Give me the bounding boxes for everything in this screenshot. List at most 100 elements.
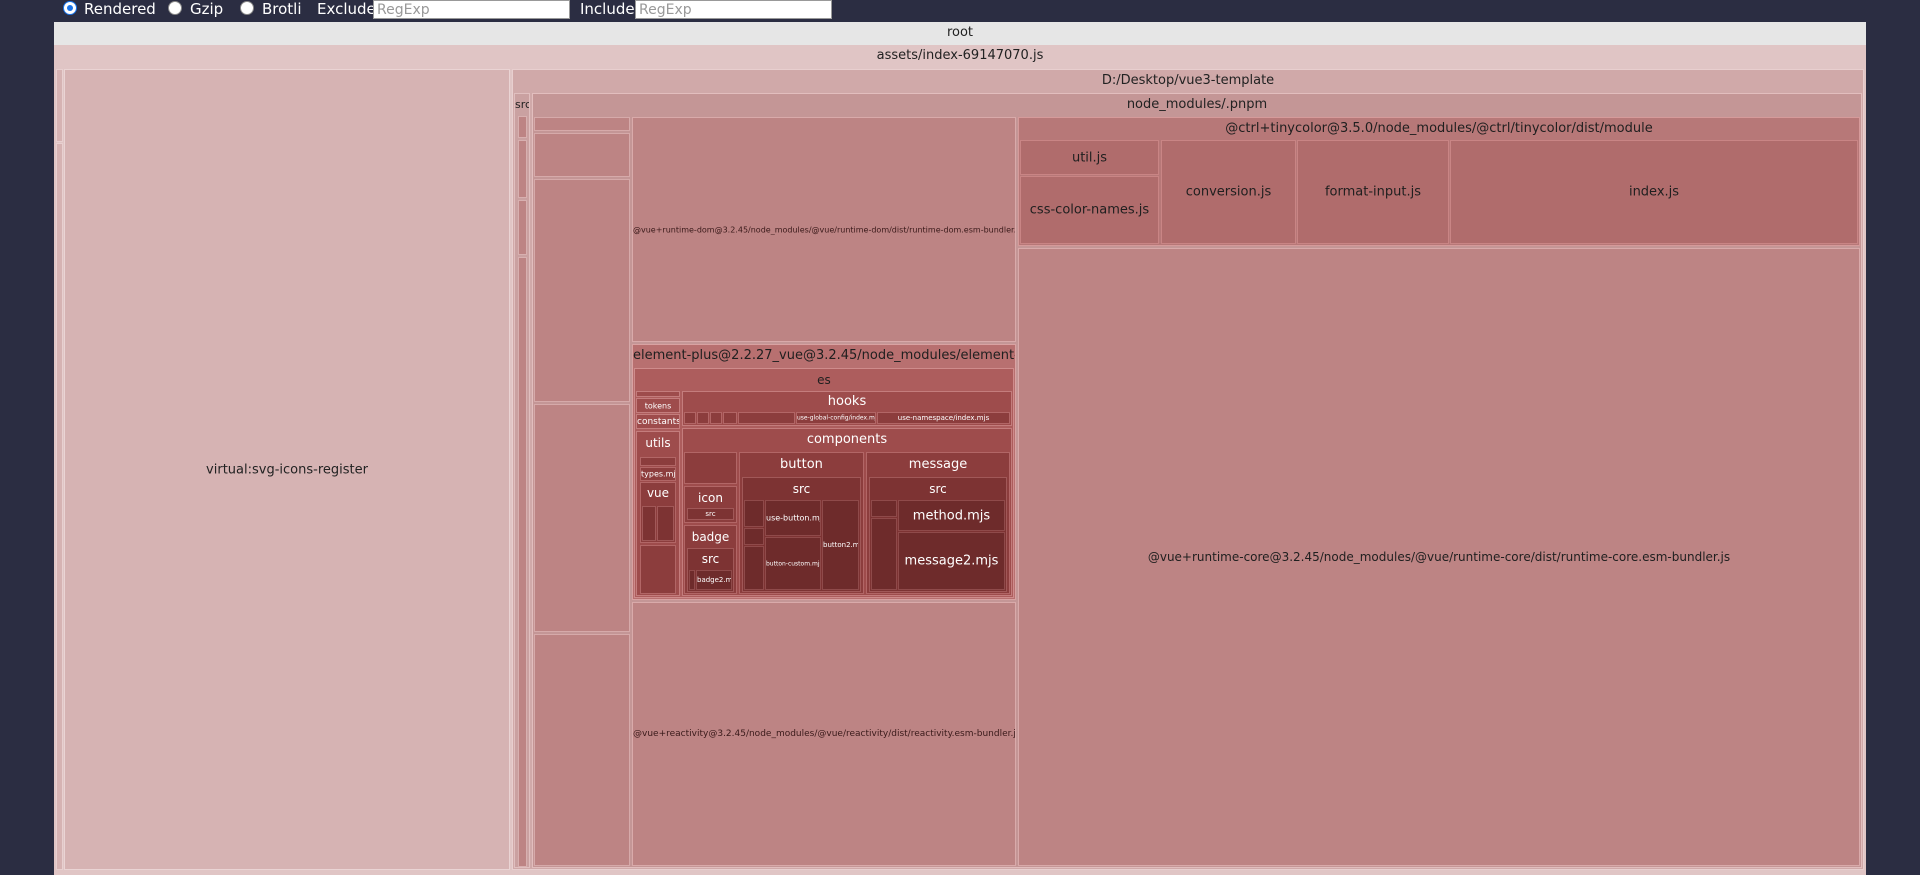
components-label: components <box>806 432 888 447</box>
tiny-module[interactable] <box>640 457 676 466</box>
button2-file[interactable]: button2.mjs <box>822 500 859 590</box>
icon-src-folder[interactable]: src <box>687 508 734 520</box>
svg-icons-label: virtual:svg-icons-register <box>206 462 368 477</box>
button-custom-file[interactable]: button-custom.mjs <box>765 537 821 590</box>
message2-file[interactable]: message2.mjs <box>898 532 1005 590</box>
tiny-module[interactable] <box>871 518 897 590</box>
rendered-radio[interactable] <box>63 1 77 15</box>
method-file[interactable]: method.mjs <box>898 500 1005 531</box>
desktop-label: D:/Desktop/vue3-template <box>1101 73 1275 88</box>
css-color-names-label: css-color-names.js <box>1029 202 1150 218</box>
use-button-file[interactable]: use-button.mjs <box>765 500 821 536</box>
gzip-radio[interactable] <box>168 1 182 15</box>
exclude-label: Exclude <box>317 0 376 18</box>
button-label: button <box>780 457 823 472</box>
runtime-core-module[interactable]: @vue+runtime-core@3.2.45/node_modules/@v… <box>1018 248 1860 866</box>
format-input-label: format-input.js <box>1324 184 1422 200</box>
small-package[interactable] <box>534 404 630 632</box>
small-package[interactable] <box>534 179 630 402</box>
use-global-config-label: use-global-config/index.mjs <box>797 414 875 422</box>
icon-label: icon <box>698 491 723 505</box>
reactivity-label: @vue+reactivity@3.2.45/node_modules/@vue… <box>633 729 1015 739</box>
tiny-module[interactable] <box>642 506 656 541</box>
tiny-module[interactable] <box>710 412 722 424</box>
asset-label: assets/index-69147070.js <box>876 48 1044 63</box>
node-modules-label: node_modules/.pnpm <box>1126 97 1268 112</box>
tiny-module[interactable] <box>744 528 764 545</box>
tiny-module[interactable] <box>640 545 676 594</box>
tiny-module[interactable] <box>744 546 764 590</box>
small-package[interactable] <box>534 133 630 177</box>
index-label: index.js <box>1628 184 1680 200</box>
utils-label: utils <box>645 436 671 450</box>
util-file[interactable]: util.js <box>1020 140 1159 175</box>
badge-src-label: src <box>701 552 720 566</box>
vue-label: vue <box>646 486 670 500</box>
tokens-folder[interactable]: tokens <box>636 398 680 413</box>
tiny-module[interactable] <box>871 500 897 517</box>
tiny-module[interactable] <box>636 391 680 397</box>
tokens-label: tokens <box>644 401 672 410</box>
small-module[interactable] <box>56 143 63 870</box>
button-src-label: src <box>792 482 811 496</box>
small-package[interactable] <box>534 117 630 131</box>
icon-src-label: src <box>705 510 716 518</box>
small-module[interactable] <box>56 69 63 142</box>
message2-label: message2.mjs <box>904 553 999 569</box>
badge2-label: badge2.mjs <box>697 576 731 584</box>
message-label: message <box>908 457 968 472</box>
runtime-dom-label: @vue+runtime-dom@3.2.45/node_modules/@vu… <box>633 225 1015 234</box>
message-src-label: src <box>929 482 947 496</box>
src-label: src <box>515 98 529 111</box>
badge2-file[interactable]: badge2.mjs <box>696 570 732 590</box>
use-namespace-label: use-namespace/index.mjs <box>897 414 990 422</box>
root-label: root <box>946 25 974 40</box>
tinycolor-label: @ctrl+tinycolor@3.5.0/node_modules/@ctrl… <box>1225 121 1653 136</box>
small-component[interactable] <box>684 452 737 484</box>
tiny-module[interactable] <box>689 570 695 590</box>
small-package[interactable] <box>534 634 630 866</box>
constants-label: constants <box>637 416 679 427</box>
badge-label: badge <box>691 530 730 544</box>
element-plus-label: element-plus@2.2.27_vue@3.2.45/node_modu… <box>633 348 1015 363</box>
use-namespace-file[interactable]: use-namespace/index.mjs <box>877 412 1010 424</box>
format-input-file[interactable]: format-input.js <box>1297 140 1449 244</box>
es-label: es <box>817 373 831 387</box>
hooks-label: hooks <box>827 394 867 409</box>
constants-folder[interactable]: constants <box>636 414 680 429</box>
brotli-radio[interactable] <box>240 1 254 15</box>
tiny-module[interactable] <box>697 412 709 424</box>
tiny-file[interactable] <box>518 116 527 138</box>
index-file[interactable]: index.js <box>1450 140 1858 244</box>
conversion-file[interactable]: conversion.js <box>1161 140 1296 244</box>
tiny-module[interactable] <box>684 412 696 424</box>
method-label: method.mjs <box>912 508 991 523</box>
tiny-module[interactable] <box>738 412 795 424</box>
types-file[interactable]: types.mjs <box>640 467 676 481</box>
tiny-file[interactable] <box>518 257 527 867</box>
toolbar: Rendered Gzip Brotli Exclude Include <box>0 0 1920 20</box>
conversion-label: conversion.js <box>1185 184 1272 200</box>
util-label: util.js <box>1071 150 1108 165</box>
use-global-config-file[interactable]: use-global-config/index.mjs <box>796 412 876 424</box>
include-label: Include <box>580 0 635 18</box>
runtime-core-label: @vue+runtime-core@3.2.45/node_modules/@v… <box>1147 550 1731 564</box>
types-label: types.mjs <box>641 469 675 479</box>
reactivity-module[interactable]: @vue+reactivity@3.2.45/node_modules/@vue… <box>632 602 1016 866</box>
tiny-module[interactable] <box>744 500 764 527</box>
css-color-names-file[interactable]: css-color-names.js <box>1020 176 1159 244</box>
tiny-file[interactable] <box>518 140 527 198</box>
use-button-label: use-button.mjs <box>766 513 820 523</box>
tiny-module[interactable] <box>723 412 737 424</box>
button2-label: button2.mjs <box>823 541 858 549</box>
brotli-label[interactable]: Brotli <box>262 1 302 18</box>
button-custom-label: button-custom.mjs <box>766 560 820 567</box>
exclude-input[interactable] <box>373 0 570 19</box>
include-input[interactable] <box>635 0 832 19</box>
svg-icons-register[interactable]: virtual:svg-icons-register <box>64 69 510 870</box>
gzip-label[interactable]: Gzip <box>190 1 223 18</box>
runtime-dom-module[interactable]: @vue+runtime-dom@3.2.45/node_modules/@vu… <box>632 117 1016 342</box>
tiny-module[interactable] <box>657 506 674 541</box>
tiny-file[interactable] <box>518 200 527 255</box>
rendered-label[interactable]: Rendered <box>84 1 156 18</box>
